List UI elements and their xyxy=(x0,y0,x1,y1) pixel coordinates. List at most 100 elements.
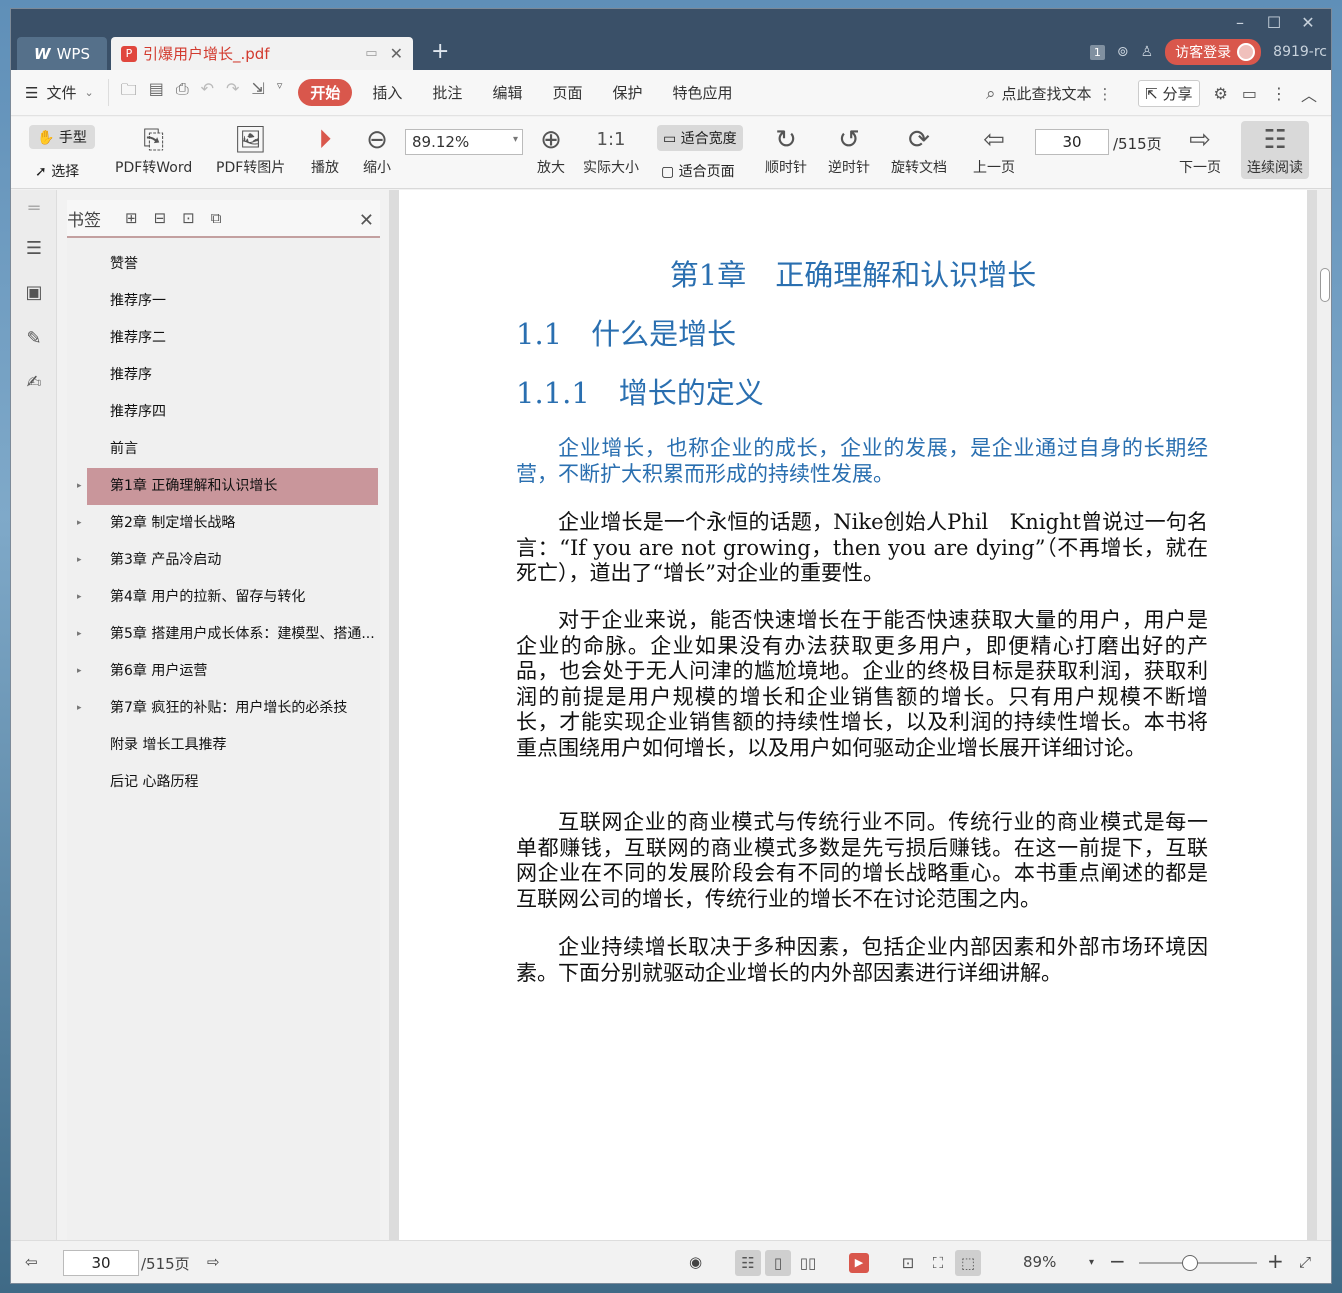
bookmark-item[interactable]: 推荐序二 xyxy=(87,320,378,357)
menu-special-apps[interactable]: 特色应用 xyxy=(672,82,732,103)
zoom-in-button[interactable]: ⊕ 放大 xyxy=(537,123,565,177)
bookmark-item[interactable]: ▸ 第3章 产品冷启动 xyxy=(77,542,378,579)
continuous-reading-button[interactable]: ☷ 连续阅读 xyxy=(1241,121,1309,179)
settings-gear-icon[interactable]: ⚙ xyxy=(1214,84,1228,103)
expand-arrow-icon[interactable]: ▸ xyxy=(77,616,82,653)
open-folder-icon[interactable]: 🗀 xyxy=(121,79,137,106)
page-number-input[interactable]: 30 xyxy=(1035,129,1109,155)
menu-protect[interactable]: 保护 xyxy=(612,82,642,103)
pdf-to-image-button[interactable]: 🖼 PDF转图片 xyxy=(216,123,285,177)
file-menu[interactable]: ☰ 文件 ⌄ xyxy=(25,82,94,103)
print-icon[interactable]: ⎙ xyxy=(176,79,189,106)
chevron-down-icon[interactable]: ▾ xyxy=(513,134,518,145)
zoom-slider[interactable] xyxy=(1139,1255,1257,1271)
eye-protection-icon[interactable]: ◉ xyxy=(689,1253,702,1271)
bookmark-item[interactable]: 前言 xyxy=(87,431,378,468)
close-window-icon[interactable]: ✕ xyxy=(1293,13,1323,32)
bookmark-item[interactable]: 推荐序四 xyxy=(87,394,378,431)
close-tab-icon[interactable]: ✕ xyxy=(390,44,403,63)
menu-insert[interactable]: 插入 xyxy=(372,82,402,103)
zoom-minus-icon[interactable]: − xyxy=(1109,1249,1126,1273)
hand-tool-button[interactable]: ✋ 手型 xyxy=(29,125,95,149)
zoom-slider-knob[interactable] xyxy=(1182,1255,1198,1271)
collapse-all-icon[interactable]: ⊟ xyxy=(154,209,167,227)
fit-width-button[interactable]: ▭ 适合宽度 xyxy=(657,125,743,151)
expand-arrow-icon[interactable]: ▸ xyxy=(77,690,82,727)
document-viewport[interactable]: 第1章 正确理解和认识增长 1.1 什么是增长 1.1.1 增长的定义 企业增长… xyxy=(389,190,1331,1240)
play-slideshow-icon[interactable]: ▶ xyxy=(849,1253,869,1273)
add-bookmark-icon[interactable]: ⊡ xyxy=(182,209,195,227)
menu-annotate[interactable]: 批注 xyxy=(432,82,462,103)
more-vertical-icon[interactable]: ⋮ xyxy=(1098,85,1113,103)
next-page-button[interactable]: ⇨ 下一页 xyxy=(1179,123,1221,177)
close-panel-icon[interactable]: ✕ xyxy=(359,210,374,231)
bookmark-item[interactable]: 赞誉 xyxy=(87,246,378,283)
rotate-counterclockwise-button[interactable]: ↺ 逆时针 xyxy=(828,123,870,177)
menu-page[interactable]: 页面 xyxy=(552,82,582,103)
actual-size-button[interactable]: 1:1 实际大小 xyxy=(583,123,639,177)
customize-dropdown-icon[interactable]: ▿ xyxy=(277,79,283,106)
zoom-combobox[interactable]: 89.12% ▾ xyxy=(405,129,523,155)
window-mode-icon[interactable]: ▭ xyxy=(365,46,377,61)
new-tab-button[interactable]: + xyxy=(431,39,449,64)
continuous-view-icon[interactable]: ☷ xyxy=(735,1250,761,1276)
single-page-icon[interactable]: ▯ xyxy=(765,1250,791,1276)
bookmark-item[interactable]: ▸ 第1章 正确理解和认识增长 xyxy=(77,468,378,505)
window-count-badge[interactable]: 1 xyxy=(1089,44,1105,60)
expand-all-icon[interactable]: ⊞ xyxy=(125,209,138,227)
pdf-to-word-button[interactable]: ⎘ PDF转Word xyxy=(115,123,192,177)
expand-arrow-icon[interactable]: ▸ xyxy=(77,653,82,690)
drag-handle-icon[interactable]: ═ xyxy=(23,198,45,220)
comment-icon[interactable]: ▭ xyxy=(1242,84,1257,103)
login-button[interactable]: 访客登录 xyxy=(1165,39,1262,65)
tab-wps-home[interactable]: W WPS xyxy=(17,37,107,70)
bookmark-options-icon[interactable]: ⧉ xyxy=(211,209,222,227)
bookmark-item[interactable]: ▸ 第5章 搭建用户成长体系：建模型、搭通... xyxy=(77,616,378,653)
rotate-document-button[interactable]: ⟳ 旋转文档 xyxy=(891,123,947,177)
undo-icon[interactable]: ↶ xyxy=(201,79,214,106)
bookmark-item[interactable]: 附录 增长工具推荐 xyxy=(87,727,378,764)
expand-arrow-icon[interactable]: ▸ xyxy=(77,542,82,579)
skin-icon[interactable]: ♙ xyxy=(1141,44,1154,60)
signature-icon[interactable]: ✍ xyxy=(23,372,45,394)
rotate-clockwise-button[interactable]: ↻ 顺时针 xyxy=(765,123,807,177)
bookmark-list-icon[interactable]: ☰ xyxy=(23,238,45,260)
status-page-input[interactable]: 30 xyxy=(63,1250,139,1276)
bookmark-item[interactable]: ▸ 第4章 用户的拉新、留存与转化 xyxy=(77,579,378,616)
bookmark-item[interactable]: ▸ 第2章 制定增长战略 xyxy=(77,505,378,542)
bookmark-item[interactable]: 后记 心路历程 xyxy=(87,764,378,801)
fullscreen-icon[interactable]: ⤢ xyxy=(1299,1253,1311,1271)
redo-icon[interactable]: ↷ xyxy=(226,79,239,106)
scrollbar-thumb[interactable] xyxy=(1320,268,1330,302)
share-button[interactable]: ⇱ 分享 xyxy=(1138,80,1200,107)
tab-document[interactable]: P 引爆用户增长_.pdf ▭ ✕ xyxy=(111,37,413,70)
two-page-icon[interactable]: ▯▯ xyxy=(795,1250,821,1276)
zoom-out-button[interactable]: ⊖ 缩小 xyxy=(363,123,391,177)
menu-start-tab[interactable]: 开始 xyxy=(298,79,353,106)
actual-size-status-icon[interactable]: ⊡ xyxy=(895,1250,921,1276)
expand-arrow-icon[interactable]: ▸ xyxy=(77,579,82,616)
minimize-icon[interactable]: – xyxy=(1225,13,1255,32)
zoom-plus-icon[interactable]: + xyxy=(1267,1249,1284,1273)
maximize-icon[interactable]: ☐ xyxy=(1259,13,1289,32)
collapse-ribbon-icon[interactable]: ︿ xyxy=(1301,82,1317,106)
zoom-dropdown-icon[interactable]: ▾ xyxy=(1089,1257,1094,1268)
fit-page-button[interactable]: ▢ 适合页面 xyxy=(661,161,735,181)
export-icon[interactable]: ⇲ xyxy=(251,79,264,106)
bookmark-item[interactable]: 推荐序一 xyxy=(87,283,378,320)
fit-width-status-icon[interactable]: ⬚ xyxy=(955,1250,981,1276)
next-page-arrow-icon[interactable]: ⇨ xyxy=(207,1253,220,1271)
previous-page-button[interactable]: ⇦ 上一页 xyxy=(973,123,1015,177)
expand-arrow-icon[interactable]: ▸ xyxy=(77,468,82,505)
bookmark-item[interactable]: ▸ 第7章 疯狂的补贴：用户增长的必杀技 xyxy=(77,690,378,727)
save-icon[interactable]: ▤ xyxy=(149,79,164,106)
annotation-icon[interactable]: ✎ xyxy=(23,328,45,350)
cloud-icon[interactable]: ⊚ xyxy=(1117,44,1129,60)
prev-page-arrow-icon[interactable]: ⇦ xyxy=(25,1253,38,1271)
select-tool-button[interactable]: ➚ 选择 xyxy=(35,161,79,181)
fit-page-status-icon[interactable]: ⛶ xyxy=(925,1250,951,1276)
expand-arrow-icon[interactable]: ▸ xyxy=(77,505,82,542)
play-button[interactable]: ⏵ 播放 xyxy=(311,123,339,177)
vertical-scrollbar[interactable] xyxy=(1317,190,1331,1240)
bookmark-item[interactable]: 推荐序 xyxy=(87,357,378,394)
